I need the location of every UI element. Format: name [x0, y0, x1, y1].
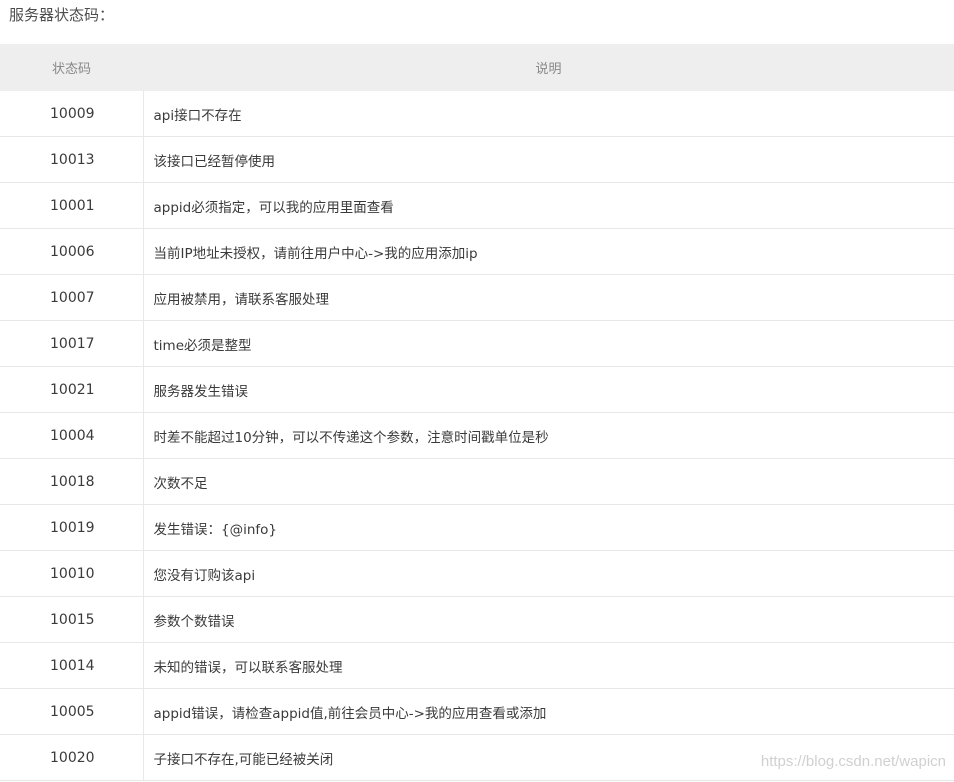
status-code-table: 状态码 说明 10009 api接口不存在 10013 该接口已经暂停使用 10001 a… — [0, 44, 954, 781]
status-code-cell: 10014 — [0, 642, 144, 689]
table-row: 10015 参数个数错误 — [0, 596, 954, 643]
table-row: 10019 发生错误：{@info} — [0, 504, 954, 551]
table-row: 10007 应用被禁用，请联系客服处理 — [0, 274, 954, 321]
description-cell: 未知的错误，可以联系客服处理 — [143, 642, 954, 689]
table-row: 10006 当前IP地址未授权，请前往用户中心->我的应用添加ip — [0, 228, 954, 275]
watermark: https://blog.csdn.net/wapicn — [760, 753, 946, 770]
description-cell: appid错误，请检查appid值,前往会员中心->我的应用查看或添加 — [143, 688, 954, 735]
status-code-cell: 10001 — [0, 182, 144, 229]
page-title: 服务器状态码： — [9, 6, 115, 24]
header-description: 说明 — [535, 62, 562, 77]
table-row: 10001 appid必须指定，可以我的应用里面查看 — [0, 182, 954, 229]
table-row: 10009 api接口不存在 — [0, 91, 954, 137]
status-code-cell: 10017 — [0, 320, 144, 367]
status-code-cell: 10005 — [0, 688, 144, 735]
header-status-code: 状态码 — [51, 62, 91, 77]
status-code-cell: 10013 — [0, 136, 144, 183]
description-cell: time必须是整型 — [143, 320, 954, 367]
description-cell: 服务器发生错误 — [143, 366, 954, 413]
table-row: 10021 服务器发生错误 — [0, 366, 954, 413]
description-cell: 次数不足 — [143, 458, 954, 505]
status-code-cell: 10018 — [0, 458, 144, 505]
table-row: 10013 该接口已经暂停使用 — [0, 136, 954, 183]
description-cell: 时差不能超过10分钟，可以不传递这个参数，注意时间戳单位是秒 — [143, 412, 954, 459]
table-row: 10010 您没有订购该api — [0, 550, 954, 597]
status-code-cell: 10007 — [0, 274, 144, 321]
status-code-cell: 10009 — [0, 91, 144, 137]
description-cell: 参数个数错误 — [143, 596, 954, 643]
status-code-cell: 10015 — [0, 596, 144, 643]
description-cell: 应用被禁用，请联系客服处理 — [143, 274, 954, 321]
status-code-cell: 10019 — [0, 504, 144, 551]
table-row: 10014 未知的错误，可以联系客服处理 — [0, 642, 954, 689]
description-cell: api接口不存在 — [143, 91, 954, 137]
table-row: 10004 时差不能超过10分钟，可以不传递这个参数，注意时间戳单位是秒 — [0, 412, 954, 459]
status-code-cell: 10006 — [0, 228, 144, 275]
status-code-cell: 10020 — [0, 734, 144, 781]
description-cell: 发生错误：{@info} — [143, 504, 954, 551]
description-cell: 您没有订购该api — [143, 550, 954, 597]
description-cell: 当前IP地址未授权，请前往用户中心->我的应用添加ip — [143, 228, 954, 275]
table-row: 10017 time必须是整型 — [0, 320, 954, 367]
description-cell: appid必须指定，可以我的应用里面查看 — [143, 182, 954, 229]
table-header-row: 状态码 说明 — [0, 44, 954, 91]
table-row: 10018 次数不足 — [0, 458, 954, 505]
status-code-cell: 10010 — [0, 550, 144, 597]
status-code-cell: 10004 — [0, 412, 144, 459]
table-row: 10005 appid错误，请检查appid值,前往会员中心->我的应用查看或添加 — [0, 688, 954, 735]
status-code-cell: 10021 — [0, 366, 144, 413]
description-cell: 该接口已经暂停使用 — [143, 136, 954, 183]
